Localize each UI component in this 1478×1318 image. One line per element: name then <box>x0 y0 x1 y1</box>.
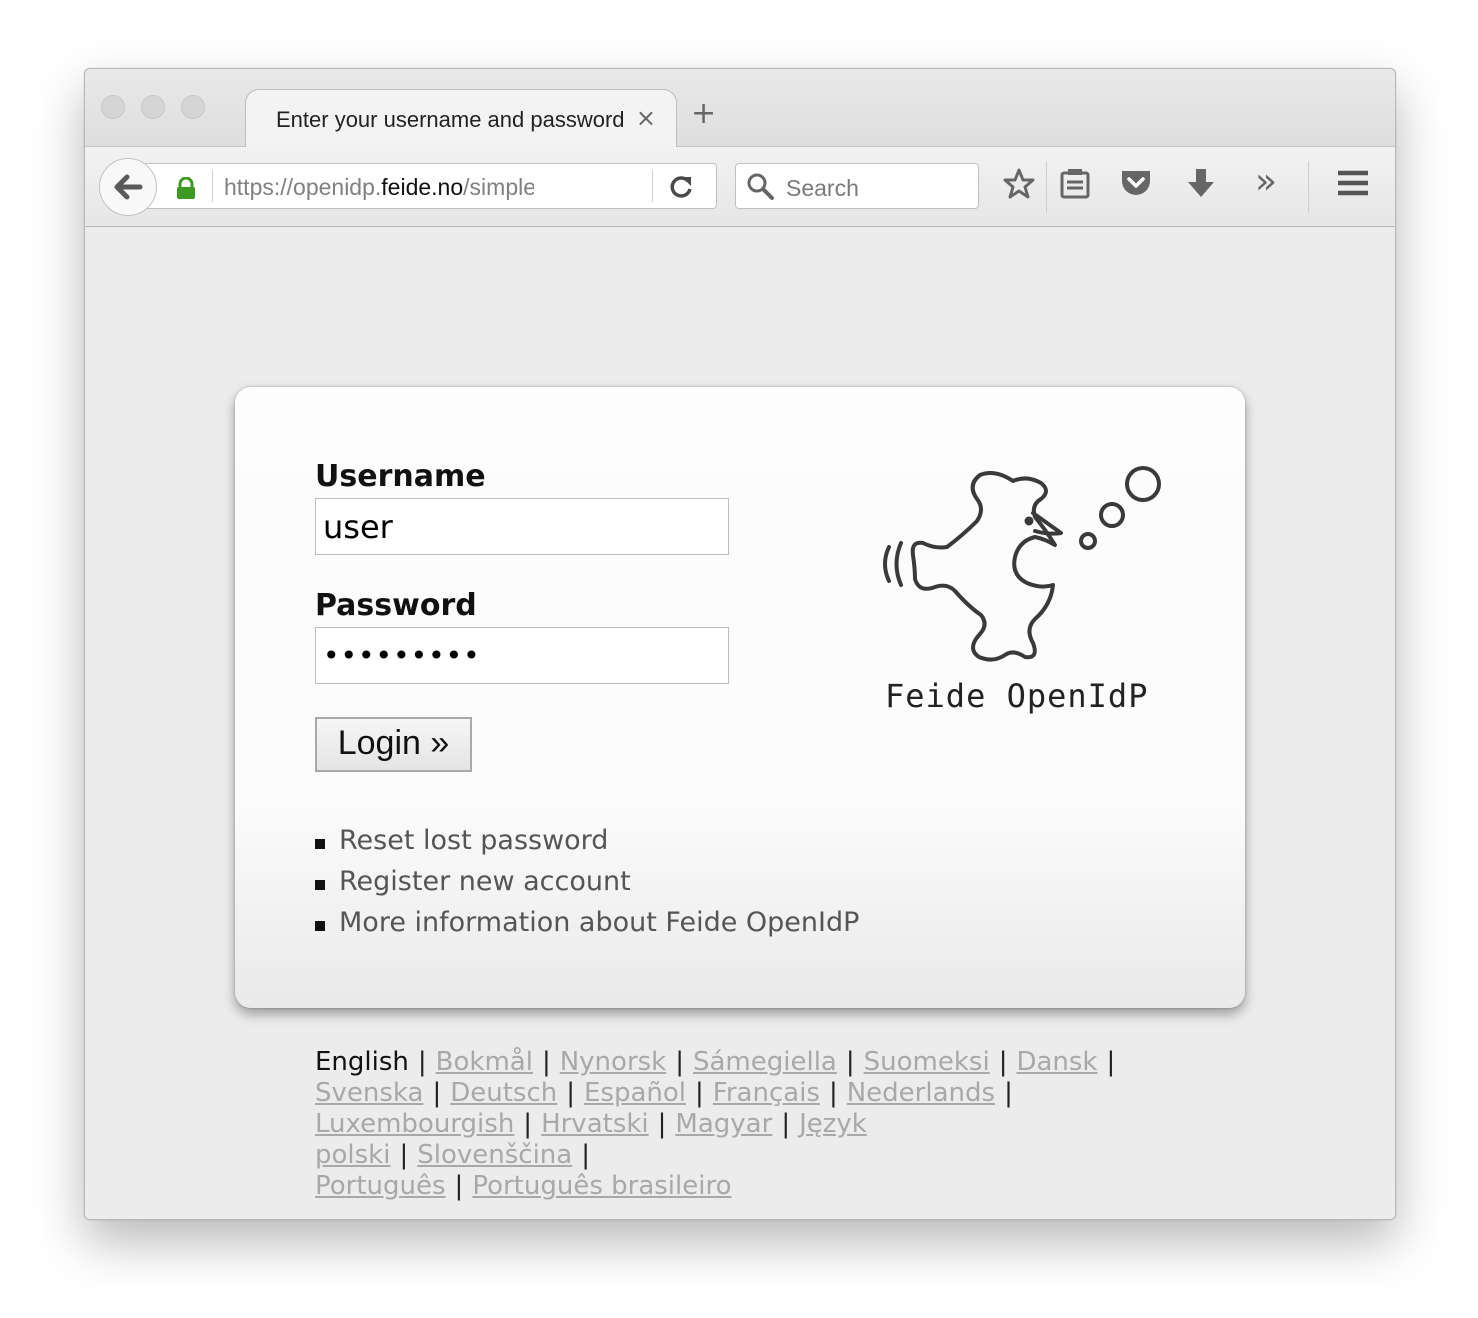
url-separator <box>212 170 213 202</box>
toolbar-divider <box>1308 161 1309 213</box>
language-separator: | <box>695 1078 704 1108</box>
language-selector: English | Bokmål | Nynorsk | Sámegiella | Suomek… <box>315 1047 1155 1202</box>
browser-window: Enter your username and password × + htt… <box>84 68 1396 1220</box>
language-link[interactable]: Suomeksi <box>864 1047 990 1077</box>
search-icon <box>747 173 774 200</box>
language-separator: | <box>454 1171 464 1201</box>
tab-strip: Enter your username and password × + <box>85 69 1395 147</box>
username-label: Username <box>315 459 486 494</box>
bullet <box>315 839 325 849</box>
language-separator: | <box>657 1109 667 1139</box>
bookmark-star-icon[interactable] <box>1002 167 1036 201</box>
search-input[interactable]: Search <box>786 175 859 202</box>
language-link[interactable]: Português <box>315 1171 446 1201</box>
language-link[interactable]: Português brasileiro <box>472 1171 731 1201</box>
language-separator: | <box>581 1140 590 1170</box>
logo-caption: Feide OpenIdP <box>885 677 1149 715</box>
pocket-icon[interactable] <box>1119 167 1153 199</box>
language-link[interactable]: Hrvatski <box>541 1109 649 1139</box>
language-separator: | <box>417 1047 427 1077</box>
password-label: Password <box>315 588 477 623</box>
language-separator: | <box>566 1078 575 1108</box>
language-current: English <box>315 1047 409 1077</box>
language-separator: | <box>399 1140 409 1170</box>
url-text[interactable]: https://openidp.feide.no/simplesaml/ <box>224 174 534 201</box>
url-host: feide.no <box>381 174 464 200</box>
feide-fish-logo-icon <box>883 466 1161 662</box>
url-prefix: https://openidp. <box>224 174 382 200</box>
language-separator: | <box>432 1078 442 1108</box>
url-suffix: /simplesaml/ <box>463 174 534 200</box>
language-link[interactable]: Sámegiella <box>693 1047 837 1077</box>
language-link[interactable]: Nederlands <box>847 1078 995 1108</box>
url-bar[interactable]: https://openidp.feide.no/simplesaml/ <box>145 163 717 209</box>
language-separator: | <box>541 1047 551 1077</box>
new-tab-button[interactable]: + <box>691 99 716 129</box>
language-link[interactable]: Bokmål <box>436 1047 533 1077</box>
search-bar[interactable]: Search <box>735 163 979 209</box>
more-info-label: More information about Feide OpenIdP <box>339 907 860 938</box>
language-link[interactable]: Svenska <box>315 1078 423 1108</box>
language-link[interactable]: Slovenščina <box>417 1140 572 1170</box>
language-separator: | <box>523 1109 533 1139</box>
language-link[interactable]: Nynorsk <box>560 1047 667 1077</box>
zoom-window-button[interactable] <box>181 95 205 119</box>
login-button[interactable]: Login » <box>315 717 472 772</box>
register-account-link[interactable]: Register new account <box>315 866 859 907</box>
language-separator: | <box>828 1078 838 1108</box>
lock-icon[interactable] <box>176 177 196 199</box>
url-separator-reload <box>652 170 653 202</box>
language-separator: | <box>675 1047 684 1077</box>
overflow-menu-button[interactable]: » <box>1255 161 1277 202</box>
back-button[interactable] <box>99 158 157 216</box>
register-account-label: Register new account <box>339 866 631 897</box>
minimize-window-button[interactable] <box>141 95 165 119</box>
help-links: Reset lost password Register new account… <box>315 825 859 948</box>
reload-icon[interactable] <box>666 172 696 202</box>
bullet <box>315 921 325 931</box>
login-card: Username user Password ••••••••• Login »… <box>235 387 1245 1008</box>
language-link[interactable]: Español <box>584 1078 686 1108</box>
page-content: Username user Password ••••••••• Login »… <box>85 227 1395 1219</box>
language-separator: | <box>1004 1078 1013 1108</box>
bookmarks-menu-icon[interactable] <box>1059 167 1091 201</box>
language-separator: | <box>1106 1047 1116 1077</box>
back-arrow-icon <box>114 174 143 200</box>
language-separator: | <box>998 1047 1008 1077</box>
close-window-button[interactable] <box>101 95 125 119</box>
reset-password-label: Reset lost password <box>339 825 609 856</box>
bullet <box>315 880 325 890</box>
reset-password-link[interactable]: Reset lost password <box>315 825 859 866</box>
more-info-link[interactable]: More information about Feide OpenIdP <box>315 907 859 948</box>
language-link[interactable]: Magyar <box>675 1109 772 1139</box>
nav-bar: https://openidp.feide.no/simplesaml/ Sea… <box>85 147 1395 227</box>
password-input[interactable]: ••••••••• <box>315 627 729 684</box>
hamburger-menu-icon[interactable] <box>1336 167 1370 199</box>
language-link[interactable]: Français <box>713 1078 820 1108</box>
downloads-icon[interactable] <box>1185 167 1217 201</box>
tab-title: Enter your username and password <box>276 107 625 132</box>
language-link[interactable]: Dansk <box>1016 1047 1097 1077</box>
language-separator: | <box>845 1047 855 1077</box>
tab-close-icon[interactable]: × <box>636 104 656 132</box>
language-link[interactable]: Luxembourgish <box>315 1109 514 1139</box>
tab-active[interactable]: Enter your username and password × <box>245 89 677 147</box>
toolbar-divider <box>1046 161 1047 213</box>
username-input[interactable]: user <box>315 498 729 555</box>
language-link[interactable]: Deutsch <box>450 1078 557 1108</box>
language-separator: | <box>781 1109 791 1139</box>
